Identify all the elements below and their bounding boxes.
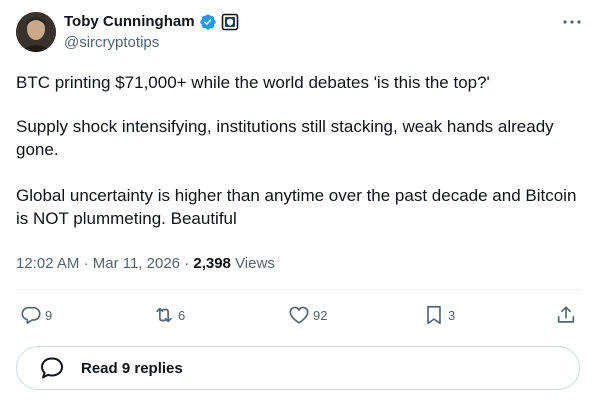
share-icon <box>557 306 575 323</box>
heart-icon <box>289 306 309 324</box>
bookmark-count: 3 <box>448 307 456 323</box>
author-name-row: Toby Cunningham <box>64 12 239 32</box>
more-options-icon[interactable] <box>560 12 584 32</box>
views-label: Views <box>235 255 275 272</box>
repost-count: 6 <box>178 307 186 323</box>
avatar[interactable] <box>16 12 56 52</box>
speech-bubble-icon <box>41 357 63 379</box>
like-count: 92 <box>313 307 328 323</box>
tweet-paragraph: BTC printing $71,000+ while the world de… <box>16 73 490 92</box>
bookmark-icon <box>427 305 441 325</box>
like-button[interactable]: 92 <box>288 301 327 329</box>
avatar-image <box>16 12 56 52</box>
tweet-time[interactable]: 12:02 AM <box>16 255 79 272</box>
repost-button[interactable]: 6 <box>153 301 185 329</box>
tweet-paragraph: Supply shock intensifying, institutions … <box>16 117 554 159</box>
meta-separator: · <box>184 255 190 272</box>
read-replies-button[interactable]: Read 9 replies <box>16 346 580 390</box>
repost-icon <box>156 307 172 323</box>
tweet-date[interactable]: Mar 11, 2026 <box>93 255 180 272</box>
author-handle[interactable]: @sircryptotips <box>64 33 159 53</box>
reply-icon <box>21 306 41 324</box>
tweet-meta: 12:02 AM · Mar 11, 2026 · 2,398 Views <box>16 254 275 274</box>
affiliate-badge-icon[interactable] <box>221 13 239 31</box>
action-bar: 9 6 92 3 <box>16 301 582 329</box>
tweet-text: BTC printing $71,000+ while the world de… <box>16 71 582 230</box>
views-count: 2,398 <box>193 255 231 272</box>
divider <box>16 289 582 290</box>
read-replies-label: Read 9 replies <box>81 359 183 377</box>
verified-badge-icon[interactable] <box>199 13 217 31</box>
reply-button[interactable]: 9 <box>20 301 52 329</box>
bookmark-button[interactable]: 3 <box>423 301 455 329</box>
share-button[interactable] <box>555 301 577 329</box>
tweet-paragraph: Global uncertainty is higher than anytim… <box>16 186 577 228</box>
reply-count: 9 <box>45 307 53 323</box>
author-display-name[interactable]: Toby Cunningham <box>64 12 195 32</box>
meta-separator: · <box>83 255 89 272</box>
